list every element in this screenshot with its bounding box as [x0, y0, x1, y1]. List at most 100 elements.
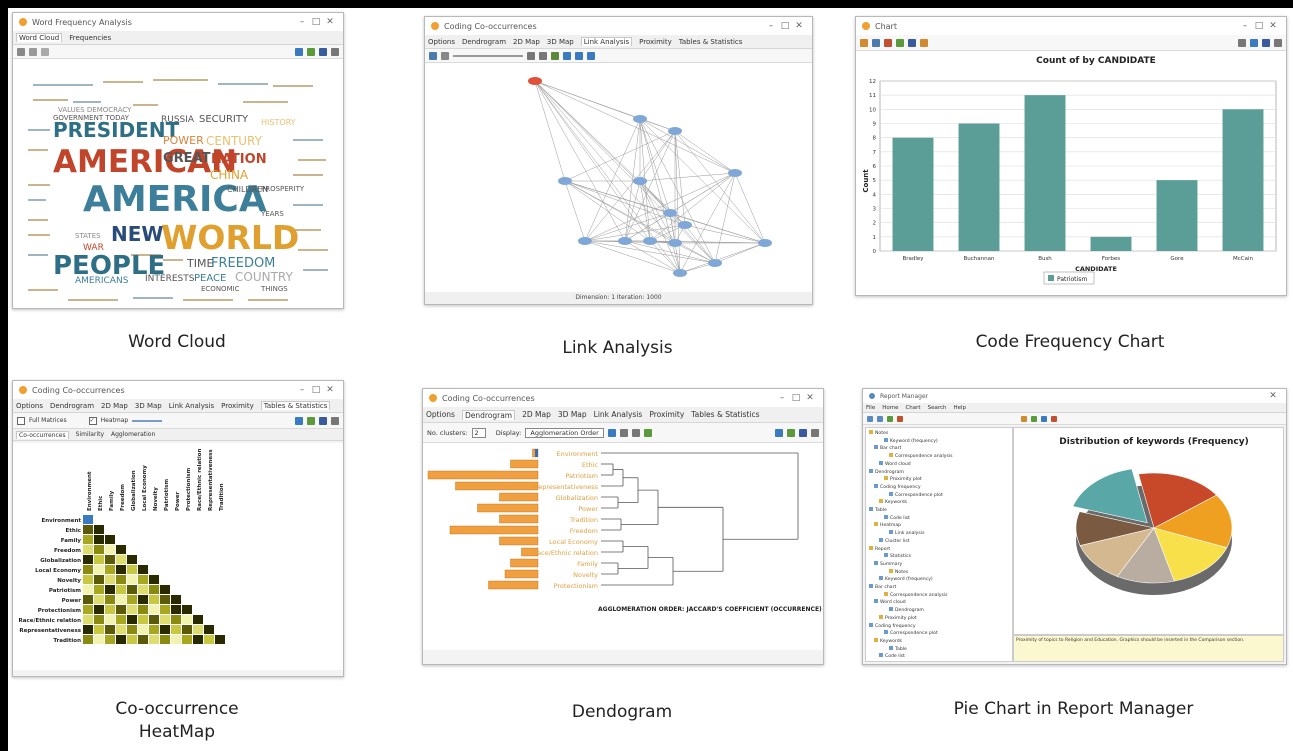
heatmap-cell[interactable]: [127, 565, 137, 574]
settings-icon[interactable]: [1238, 38, 1246, 47]
heatmap-cell[interactable]: [204, 625, 214, 634]
zoom-out-icon[interactable]: [631, 428, 640, 437]
stacked-chart-icon[interactable]: [884, 38, 892, 47]
tree-item[interactable]: Notes: [869, 430, 1009, 438]
heatmap-cell[interactable]: [127, 615, 137, 624]
heatmap-cell[interactable]: [171, 595, 181, 604]
tab-3d-map[interactable]: 3D Map: [135, 402, 162, 410]
close-icon[interactable]: ✕: [1266, 21, 1280, 31]
heatmap-cell[interactable]: [127, 625, 137, 634]
tree-item[interactable]: Proximity plot: [869, 614, 1009, 623]
graph-node[interactable]: [618, 237, 632, 245]
layout-icon[interactable]: [429, 51, 437, 60]
heatmap-cell[interactable]: [160, 605, 170, 614]
threshold-slider[interactable]: [453, 54, 523, 57]
arrow-left-icon[interactable]: [575, 51, 583, 60]
graph-node[interactable]: [728, 169, 742, 177]
tab-3d-map[interactable]: 3D Map: [558, 410, 587, 419]
heatmap-cell[interactable]: [94, 625, 104, 634]
tree-item[interactable]: Correspondence plot: [869, 630, 1009, 638]
display-select[interactable]: Agglomeration Order: [525, 427, 604, 438]
dendogram-leaf-label[interactable]: Family: [577, 560, 598, 568]
heatmap-cell[interactable]: [94, 575, 104, 584]
heatmap-cell[interactable]: [94, 545, 104, 554]
heatmap-checkbox[interactable]: ✓: [88, 416, 97, 425]
graph-node[interactable]: [678, 221, 692, 229]
tab-options[interactable]: Options: [428, 38, 455, 46]
heatmap-cell[interactable]: [83, 625, 93, 634]
tree-item[interactable]: Keywords: [869, 637, 1009, 646]
heatmap-cell[interactable]: [193, 635, 203, 644]
graph-node[interactable]: [673, 269, 687, 277]
heatmap-cell[interactable]: [83, 635, 93, 644]
heatmap-cell[interactable]: [116, 575, 126, 584]
tab-2d-map[interactable]: 2D Map: [101, 402, 128, 410]
tree-item[interactable]: Correspondence analysis: [869, 591, 1009, 600]
subtab-similarity[interactable]: Similarity: [76, 431, 104, 438]
tree-item[interactable]: Table: [869, 507, 1009, 515]
dendogram-leaf-label[interactable]: Novelty: [573, 571, 598, 579]
heatmap-cell[interactable]: [127, 595, 137, 604]
heatmap-cell[interactable]: [94, 525, 104, 534]
tree-item[interactable]: Keywords: [869, 499, 1009, 507]
bar[interactable]: [1222, 109, 1264, 251]
remove-icon[interactable]: [897, 415, 903, 422]
copy-icon[interactable]: [787, 428, 795, 437]
print-icon[interactable]: [331, 47, 339, 56]
menu-home[interactable]: Home: [882, 405, 898, 411]
heatmap-cell-selected[interactable]: [83, 515, 93, 524]
export-icon[interactable]: [775, 428, 783, 437]
heatmap-cell[interactable]: [171, 625, 181, 634]
maximize-icon[interactable]: □: [1252, 21, 1266, 31]
refresh-icon[interactable]: [551, 51, 559, 60]
tree-item[interactable]: Notes: [869, 568, 1009, 577]
area-chart-icon[interactable]: [908, 38, 916, 47]
heatmap-cell[interactable]: [83, 565, 93, 574]
tab-3d-map[interactable]: 3D Map: [547, 38, 574, 46]
tab-tables-statistics[interactable]: Tables & Statistics: [679, 38, 743, 46]
heatmap-cell[interactable]: [138, 595, 148, 604]
tab-dendrogram[interactable]: Dendrogram: [461, 409, 516, 420]
heatmap-cell[interactable]: [83, 545, 93, 554]
dendogram-leaf-label[interactable]: Race/Ethnic relation: [533, 549, 598, 557]
bar[interactable]: [1156, 180, 1198, 251]
graph-node[interactable]: [528, 77, 542, 85]
back-icon[interactable]: [867, 415, 873, 422]
heatmap-cell[interactable]: [105, 605, 115, 614]
bar[interactable]: [892, 137, 934, 251]
heatmap-cell[interactable]: [105, 575, 115, 584]
print-icon[interactable]: [331, 416, 339, 425]
heatmap-cell[interactable]: [83, 555, 93, 564]
dendogram-leaf-label[interactable]: Representativeness: [534, 483, 599, 491]
heatmap-cell[interactable]: [94, 565, 104, 574]
tree-item[interactable]: Code list: [869, 653, 1009, 661]
tree-item[interactable]: Heatmap: [869, 522, 1009, 530]
heatmap-cell[interactable]: [149, 605, 159, 614]
heatmap-cell[interactable]: [182, 625, 192, 634]
tree-item[interactable]: Summary: [869, 560, 1009, 569]
tree-item[interactable]: Word cloud: [869, 599, 1009, 607]
maximize-icon[interactable]: □: [309, 17, 323, 27]
tab-dendrogram[interactable]: Dendrogram: [50, 402, 94, 410]
heatmap-cell[interactable]: [149, 575, 159, 584]
minimize-icon[interactable]: –: [775, 393, 789, 403]
heatmap-cell[interactable]: [105, 565, 115, 574]
add-icon[interactable]: [887, 415, 893, 422]
dendogram-leaf-label[interactable]: Environment: [556, 450, 598, 458]
grid-icon[interactable]: [17, 47, 25, 56]
heatmap-cell[interactable]: [94, 605, 104, 614]
heatmap-cell[interactable]: [94, 635, 104, 644]
heatmap-cell[interactable]: [149, 635, 159, 644]
tab-link-analysis[interactable]: Link Analysis: [580, 37, 633, 46]
bar-chart-icon[interactable]: [860, 38, 868, 47]
copy-icon[interactable]: [307, 47, 315, 56]
table-icon[interactable]: [1041, 415, 1047, 422]
maximize-icon[interactable]: □: [309, 385, 323, 395]
heatmap-cell[interactable]: [149, 615, 159, 624]
tab-2d-map[interactable]: 2D Map: [522, 410, 551, 419]
frequency-bar-selected[interactable]: [535, 449, 538, 457]
export-icon[interactable]: [563, 51, 571, 60]
dendogram-leaf-label[interactable]: Patriotism: [565, 472, 598, 480]
dendogram-leaf-label[interactable]: Globalization: [556, 494, 598, 502]
heatmap-cell[interactable]: [83, 595, 93, 604]
